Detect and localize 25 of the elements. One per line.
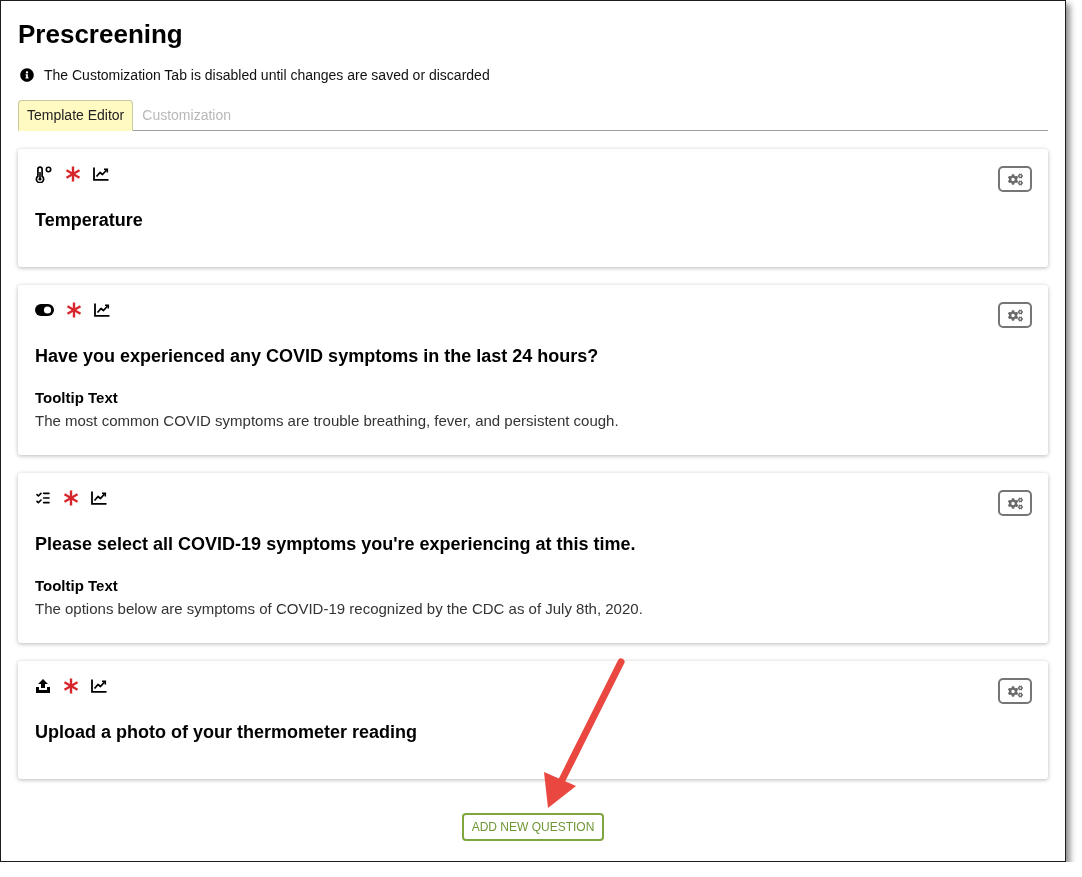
tooltip-text: The options below are symptoms of COVID-19 recognized by the CDC as of July 8th, 2020. <box>35 599 644 619</box>
notice-text: The Customization Tab is disabled until changes are saved or discarded <box>44 66 490 84</box>
settings-button[interactable] <box>998 490 1032 516</box>
settings-icon <box>1007 171 1023 187</box>
page-title: Prescreening <box>18 18 184 51</box>
settings-button[interactable] <box>998 302 1032 328</box>
tab[interactable]: Template Editor <box>18 100 134 131</box>
upload-icon <box>35 678 51 694</box>
thermometer-icon <box>35 165 53 183</box>
question-title: Upload a photo of your thermometer reading <box>35 721 419 743</box>
question-title: Temperature <box>35 209 144 231</box>
settings-button[interactable] <box>998 678 1032 704</box>
info-icon <box>20 68 34 82</box>
question-title: Please select all COVID-19 symptoms you're experiencing at this time. <box>35 533 637 555</box>
tooltip-label: Tooltip Text <box>35 576 119 596</box>
settings-button[interactable] <box>998 166 1032 192</box>
tooltip-text: The most common COVID symptoms are trouble breathing, fever, and persistent cough. <box>35 411 620 431</box>
tooltip-label: Tooltip Text <box>35 388 119 408</box>
settings-icon <box>1007 307 1023 323</box>
toggle-icon <box>35 304 54 316</box>
question-title: Have you experienced any COVID symptoms in the last 24 hours? <box>35 345 600 367</box>
settings-icon <box>1007 683 1023 699</box>
settings-icon <box>1007 495 1023 511</box>
checklist-icon <box>35 490 51 506</box>
add-question-button[interactable]: ADD NEW QUESTION <box>461 813 605 841</box>
